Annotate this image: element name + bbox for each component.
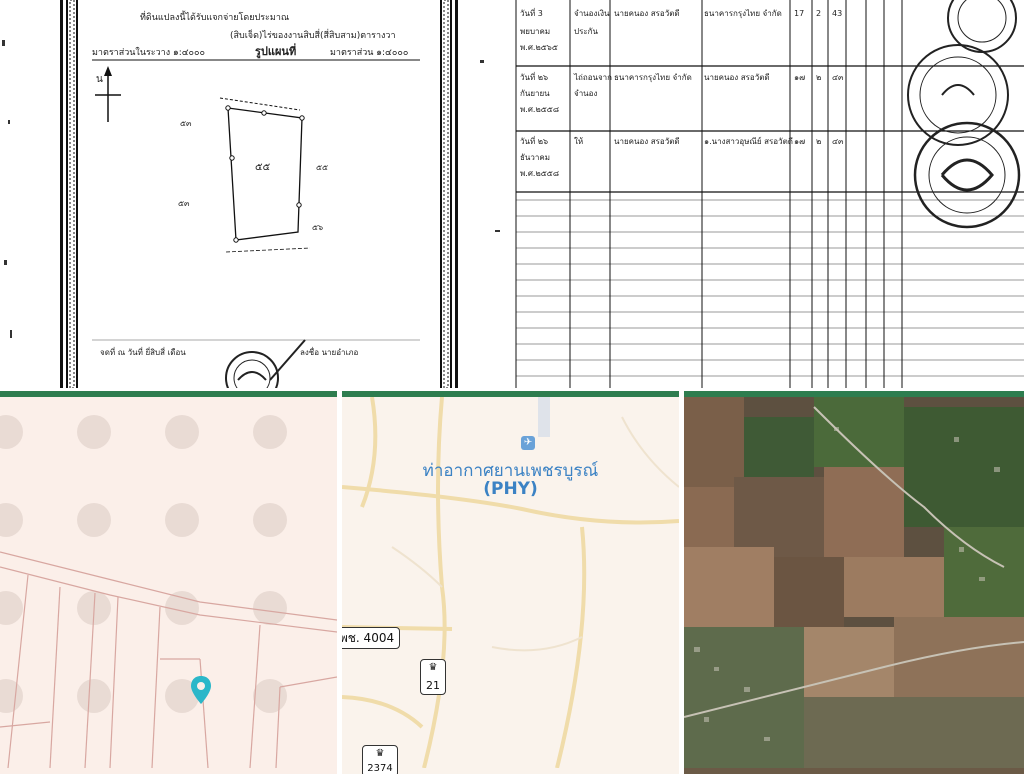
deed-header-line-1: ที่ดินแปลงนี้ได้รับแจกจ่ายโดยประมาณ	[140, 10, 289, 23]
deed-header-line-2: (สิบเจ็ด)ไร่ของงานสิบสี่(สี่สิบสาม)ตาราง…	[230, 28, 396, 41]
highway-emblem-icon: ♛	[428, 662, 438, 673]
svg-text:๒: ๒	[816, 73, 821, 82]
deed-map-title: รูปแผนที่	[255, 43, 296, 59]
deed-footer-signature: ลงชื่อ นายอำเภอ	[300, 346, 359, 357]
airport-icon[interactable]: ✈	[521, 436, 535, 450]
svg-text:พ.ศ.๒๕๕๘: พ.ศ.๒๕๕๘	[520, 105, 559, 114]
register-entry-1: วันที่ 3 จำนองเงิน นายคนอง สรอวัตดี ธนาค…	[520, 7, 842, 52]
svg-text:๕๕: ๕๕	[316, 163, 328, 172]
land-deed-front-scan: ที่ดินแปลงนี้ได้รับแจกจ่ายโดยประมาณ (สิบ…	[0, 0, 512, 388]
road-shield-21: ♛ 21	[420, 659, 446, 695]
deed-border-right	[440, 0, 458, 388]
road-shield-2374-number: 2374	[367, 763, 393, 774]
svg-text:ธันวาคม: ธันวาคม	[520, 153, 550, 162]
svg-text:๕๖: ๕๖	[312, 223, 323, 232]
land-parcel-map[interactable]	[0, 391, 337, 774]
svg-text:จำนอง: จำนอง	[574, 89, 597, 98]
svg-text:ไถ่ถอนจาก: ไถ่ถอนจาก	[573, 73, 612, 82]
road-map[interactable]: ✈ ท่าอากาศยานเพชรบูรณ์ (PHY) พช. 4004 ♛ …	[342, 391, 679, 774]
svg-text:นายคนอง สรอวัตดี: นายคนอง สรอวัตดี	[614, 9, 680, 18]
svg-text:วันที่ ๒๖: วันที่ ๒๖	[520, 71, 548, 82]
register-entry-2: วันที่ ๒๖ ไถ่ถอนจาก ธนาคารกรุงไทย จำกัด …	[520, 71, 844, 114]
svg-text:๒: ๒	[816, 137, 821, 146]
svg-text:นายคนอง สรอวัตดี: นายคนอง สรอวัตดี	[614, 137, 680, 146]
svg-text:กันยายน: กันยายน	[520, 89, 550, 98]
register-entry-3: วันที่ ๒๖ ให้ นายคนอง สรอวัตดี ๑.นางสาวอ…	[520, 135, 844, 178]
map-pin-icon[interactable]	[189, 675, 213, 705]
north-arrow-label: น	[96, 74, 103, 85]
svg-text:จำนองเงิน: จำนองเงิน	[574, 9, 610, 18]
satellite-map[interactable]	[684, 391, 1024, 774]
svg-text:ธนาคารกรุงไทย จำกัด: ธนาคารกรุงไทย จำกัด	[614, 73, 692, 82]
deed-scale-right: มาตราส่วน ๑:๔๐๐๐	[330, 48, 408, 58]
road-shield-4004: พช. 4004	[342, 627, 400, 649]
airport-code-label[interactable]: (PHY)	[342, 479, 679, 499]
deed-scale-left: มาตราส่วนในระวาง ๑:๔๐๐๐	[92, 47, 205, 58]
svg-text:๑๗: ๑๗	[794, 137, 805, 146]
svg-text:วันที่ ๒๖: วันที่ ๒๖	[520, 135, 548, 146]
svg-text:2: 2	[816, 9, 821, 18]
svg-text:ให้: ให้	[574, 137, 583, 146]
deed-front-drawing: ที่ดินแปลงนี้ได้รับแจกจ่ายโดยประมาณ (สิบ…	[2, 0, 500, 388]
parcel-outline: ๕๕ ๕๓ ๕๓ ๕๕ ๕๖	[178, 97, 328, 253]
svg-text:๑.นางสาวอุษณีย์ สรอวัตดี: ๑.นางสาวอุษณีย์ สรอวัตดี	[704, 136, 793, 146]
satellite-imagery	[684, 397, 1024, 768]
svg-text:๑๗: ๑๗	[794, 73, 805, 82]
svg-text:17: 17	[794, 9, 804, 18]
svg-text:๔๓: ๔๓	[832, 137, 844, 146]
official-seal-icon	[225, 339, 306, 388]
svg-text:ธนาคารกรุงไทย จำกัด: ธนาคารกรุงไทย จำกัด	[704, 9, 782, 18]
svg-text:๕๓: ๕๓	[180, 119, 192, 128]
road-shield-2374: ♛ 2374	[362, 745, 398, 774]
svg-text:พ.ศ.๒๕๕๘: พ.ศ.๒๕๕๘	[520, 169, 559, 178]
parcel-lines	[0, 415, 337, 768]
road-network	[342, 397, 679, 768]
deed-footer-date: จดที่ ณ วันที่ ยี่สิบสี่ เดือน	[100, 346, 186, 357]
road-shield-21-number: 21	[426, 679, 440, 692]
svg-text:พ.ศ.๒๕๖๕: พ.ศ.๒๕๖๕	[520, 43, 558, 52]
svg-text:ประกัน: ประกัน	[574, 27, 599, 36]
svg-text:๔๓: ๔๓	[832, 73, 844, 82]
land-deed-register-scan: วันที่ 3 จำนองเงิน นายคนอง สรอวัตดี ธนาค…	[512, 0, 1024, 388]
highway-emblem-icon: ♛	[375, 748, 385, 759]
deed-border-left	[60, 0, 78, 388]
svg-text:๕๓: ๕๓	[178, 199, 190, 208]
official-stamp-icon	[907, 0, 1021, 229]
svg-text:43: 43	[832, 9, 842, 18]
svg-text:นายคนอง สรอวัตดี: นายคนอง สรอวัตดี	[704, 73, 770, 82]
north-arrow-icon: น	[95, 66, 121, 122]
svg-text:วันที่ 3: วันที่ 3	[520, 7, 543, 18]
parcel-number: ๕๕	[255, 162, 271, 173]
svg-text:พยบาคม: พยบาคม	[520, 27, 550, 36]
register-table-drawing: วันที่ 3 จำนองเงิน นายคนอง สรอวัตดี ธนาค…	[515, 0, 1024, 388]
